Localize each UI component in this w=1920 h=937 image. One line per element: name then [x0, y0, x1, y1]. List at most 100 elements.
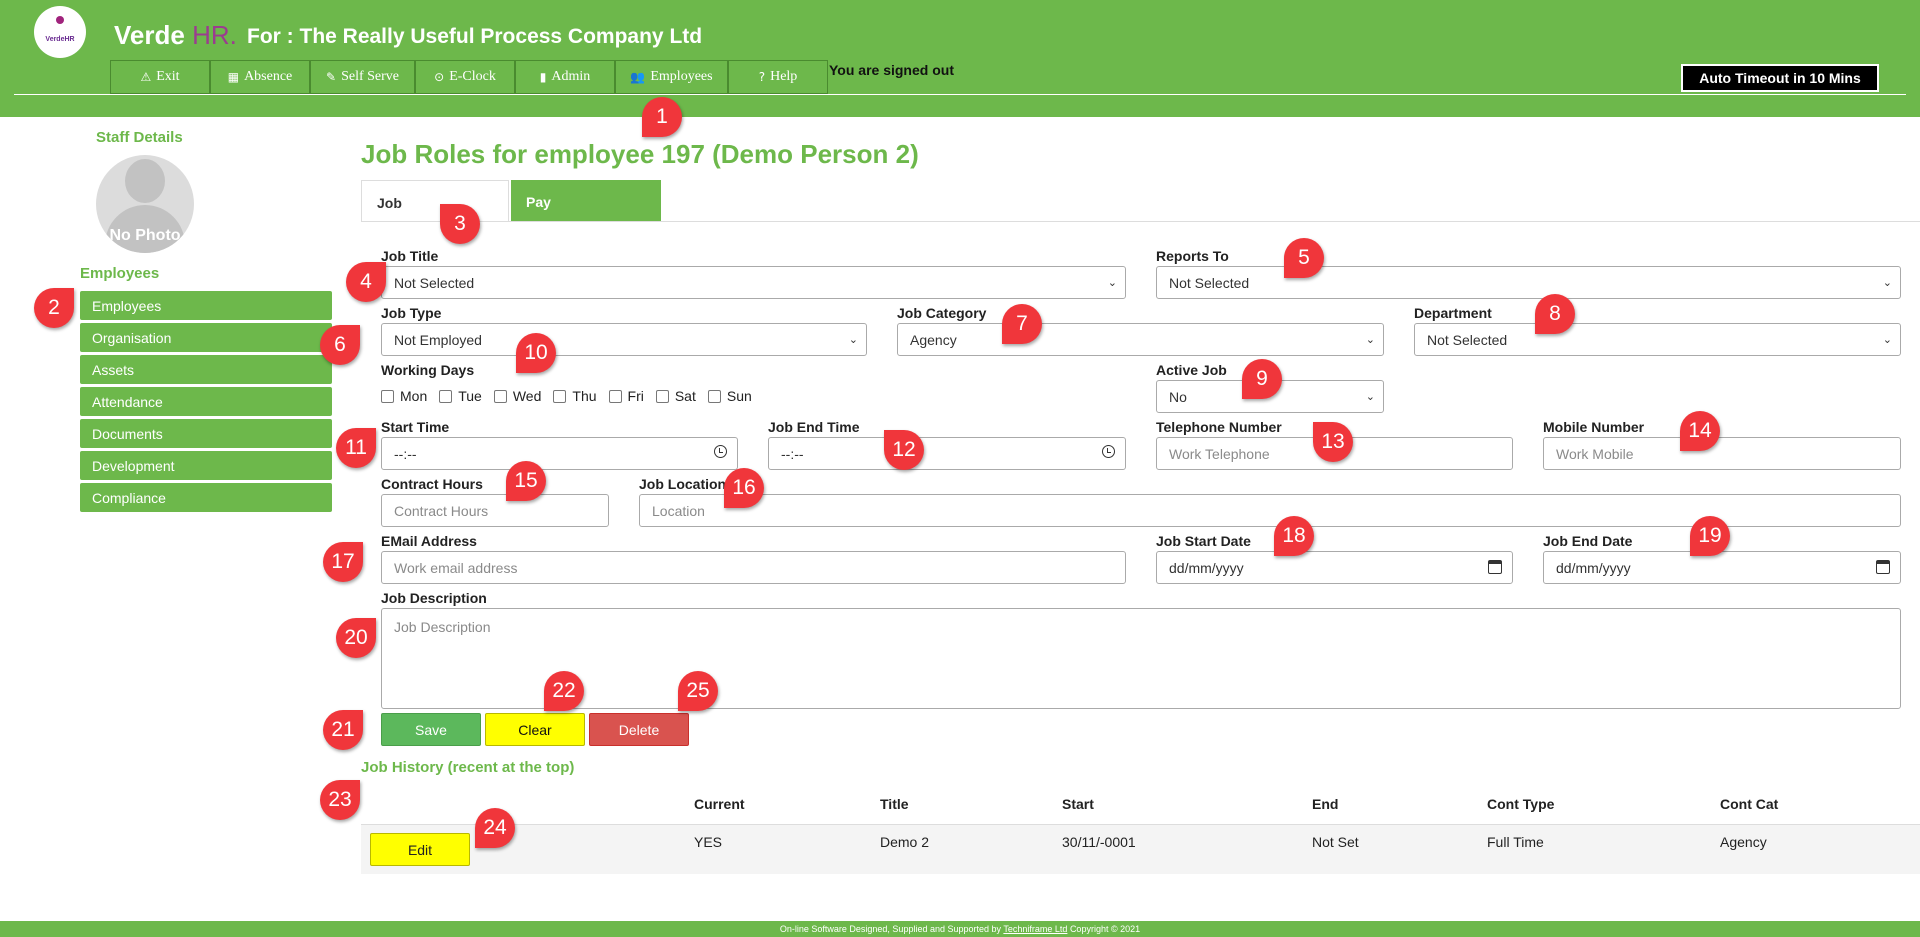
- annotation-marker-18: 18: [1274, 516, 1314, 556]
- telephone-placeholder: Work Telephone: [1169, 445, 1270, 462]
- app-header: VerdeHR Verde HR. For : The Really Usefu…: [0, 0, 1920, 117]
- clear-button[interactable]: Clear: [485, 713, 585, 746]
- chevron-down-icon: ⌄: [848, 333, 858, 346]
- annotation-marker-20: 20: [336, 618, 376, 658]
- contract-hours-placeholder: Contract Hours: [394, 502, 489, 519]
- cell-title: Demo 2: [880, 834, 930, 850]
- verdehr-logo[interactable]: VerdeHR: [34, 6, 86, 58]
- day-fri-checkbox[interactable]: Fri: [608, 388, 644, 404]
- chevron-down-icon: ⌄: [1882, 276, 1892, 289]
- job-title-select[interactable]: Not Selected ⌄: [381, 266, 1126, 299]
- chevron-down-icon: ⌄: [1882, 333, 1892, 346]
- start-time-input[interactable]: --:--: [381, 437, 738, 470]
- checkbox-icon: [381, 389, 394, 403]
- telephone-label: Telephone Number: [1156, 419, 1282, 435]
- end-date-label: Job End Date: [1543, 533, 1633, 549]
- chevron-down-icon: ⌄: [1365, 333, 1375, 346]
- job-category-label: Job Category: [897, 305, 987, 321]
- col-header-start: Start: [1062, 796, 1094, 812]
- tab-pay[interactable]: Pay: [511, 180, 661, 222]
- start-date-input[interactable]: dd/mm/yyyy: [1156, 551, 1513, 584]
- day-sun-checkbox[interactable]: Sun: [707, 388, 752, 404]
- day-label: Sat: [674, 388, 696, 404]
- job-type-select[interactable]: Not Employed ⌄: [381, 323, 867, 356]
- nav-admin-button[interactable]: ▮ Admin: [515, 60, 615, 94]
- reports-to-select[interactable]: Not Selected ⌄: [1156, 266, 1901, 299]
- annotation-marker-25: 24: [475, 808, 515, 848]
- nav-absence-button[interactable]: ▦ Absence: [210, 60, 310, 94]
- day-sat-checkbox[interactable]: Sat: [655, 388, 696, 404]
- footer-copyright: Copyright © 2021: [1069, 924, 1141, 934]
- contract-hours-input[interactable]: Contract Hours: [381, 494, 609, 527]
- description-textarea[interactable]: Job Description: [381, 608, 1901, 709]
- annotation-marker-12: 12: [884, 430, 924, 470]
- sidebar-item-employees[interactable]: Employees: [80, 291, 332, 320]
- annotation-marker-16: 16: [724, 468, 764, 508]
- annotation-marker-19: 19: [1690, 516, 1730, 556]
- end-time-input[interactable]: --:--: [768, 437, 1126, 470]
- working-days-group: Mon Tue Wed Thu Fri Sat Sun: [381, 388, 764, 404]
- calendar-icon[interactable]: [1876, 560, 1890, 574]
- location-placeholder: Location: [652, 502, 705, 519]
- start-date-label: Job Start Date: [1156, 533, 1251, 549]
- annotation-marker-7: 7: [1002, 304, 1042, 344]
- job-type-value: Not Employed: [394, 331, 482, 348]
- sidebar-item-development[interactable]: Development: [80, 451, 332, 480]
- email-input[interactable]: Work email address: [381, 551, 1126, 584]
- sidebar-item-assets[interactable]: Assets: [80, 355, 332, 384]
- logo-dot-icon: [56, 16, 64, 24]
- job-type-label: Job Type: [381, 305, 442, 321]
- annotation-marker-14: 14: [1680, 411, 1720, 451]
- checkbox-icon: [439, 389, 453, 403]
- end-date-input[interactable]: dd/mm/yyyy: [1543, 551, 1901, 584]
- footer-company-link[interactable]: Techniframe Ltd: [1003, 924, 1067, 934]
- footer-prefix: On-line Software Designed, Supplied and …: [779, 924, 1002, 934]
- working-days-label: Working Days: [381, 362, 475, 378]
- cell-cont-cat: Agency: [1720, 834, 1767, 850]
- day-mon-checkbox[interactable]: Mon: [381, 388, 427, 404]
- delete-button[interactable]: Delete: [589, 713, 689, 746]
- description-label: Job Description: [381, 590, 487, 606]
- department-label: Department: [1414, 305, 1492, 321]
- nav-employees-button[interactable]: 👥 Employees: [615, 60, 728, 94]
- signed-status: You are signed out: [829, 62, 954, 78]
- reports-to-label: Reports To: [1156, 248, 1229, 264]
- nav-label: Employees: [650, 69, 713, 84]
- sidebar-item-documents[interactable]: Documents: [80, 419, 332, 448]
- day-wed-checkbox[interactable]: Wed: [493, 388, 542, 404]
- nav-eclock-button[interactable]: ⊙ E-Clock: [415, 60, 515, 94]
- cell-start: 30/11/-0001: [1062, 834, 1136, 850]
- clock-icon: ⊙: [434, 70, 445, 84]
- nav-help-button[interactable]: ? Help: [728, 60, 828, 94]
- chevron-down-icon: ⌄: [1365, 390, 1375, 403]
- tab-job[interactable]: Job: [361, 180, 509, 222]
- email-placeholder: Work email address: [394, 559, 518, 576]
- end-time-label: Job End Time: [768, 419, 860, 435]
- clock-icon[interactable]: [714, 445, 727, 458]
- clock-icon[interactable]: [1102, 445, 1115, 458]
- day-tue-checkbox[interactable]: Tue: [439, 388, 482, 404]
- active-job-label: Active Job: [1156, 362, 1227, 378]
- day-label: Wed: [512, 388, 542, 404]
- email-label: EMail Address: [381, 533, 477, 549]
- nav-label: E-Clock: [449, 69, 496, 84]
- save-button[interactable]: Save: [381, 713, 481, 746]
- nav-exit-button[interactable]: ⚠ Exit: [110, 60, 210, 94]
- nav-self-serve-button[interactable]: ✎ Self Serve: [310, 60, 415, 94]
- active-job-value: No: [1169, 388, 1187, 405]
- mobile-input[interactable]: Work Mobile: [1543, 437, 1901, 470]
- day-thu-checkbox[interactable]: Thu: [553, 388, 597, 404]
- annotation-marker-9: 9: [1242, 359, 1282, 399]
- sidebar-nav: Employees Organisation Assets Attendance…: [80, 291, 332, 515]
- day-label: Fri: [627, 388, 644, 404]
- sidebar-item-attendance[interactable]: Attendance: [80, 387, 332, 416]
- sidebar-item-organisation[interactable]: Organisation: [80, 323, 332, 352]
- sidebar-item-compliance[interactable]: Compliance: [80, 483, 332, 512]
- job-category-select[interactable]: Agency ⌄: [897, 323, 1384, 356]
- nav-label: Help: [770, 69, 798, 84]
- nav-label: Self Serve: [341, 69, 399, 84]
- calendar-icon[interactable]: [1488, 560, 1502, 574]
- chevron-down-icon: ⌄: [1107, 276, 1117, 289]
- department-select[interactable]: Not Selected ⌄: [1414, 323, 1901, 356]
- edit-button[interactable]: Edit: [370, 833, 470, 866]
